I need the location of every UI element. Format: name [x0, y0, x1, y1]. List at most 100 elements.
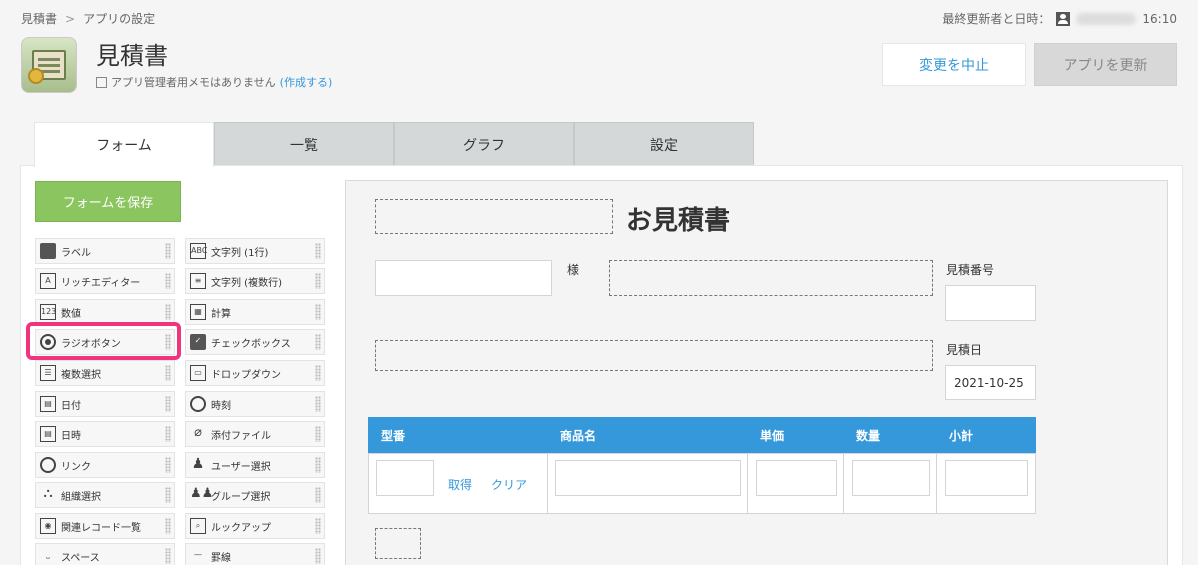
model-number-input[interactable] — [376, 460, 434, 496]
app-icon — [21, 37, 77, 93]
related-records-icon: ◉ — [40, 518, 56, 534]
palette-item-calc[interactable]: ▦ 計算 — [185, 299, 325, 325]
palette-item-dropdown[interactable]: ▭ ドロップダウン — [185, 360, 325, 386]
estimate-number-field[interactable] — [945, 285, 1036, 321]
breadcrumb-root[interactable]: 見積書 — [21, 12, 57, 26]
palette-item-date[interactable]: ▤ 日付 — [35, 391, 175, 417]
rich-editor-icon: A — [40, 273, 56, 289]
col-model-number: 型番 — [381, 428, 406, 443]
palette-item-multi-line-text[interactable]: ≡ 文字列 (複数行) — [185, 268, 325, 294]
palette-item-text: ドロップダウン — [211, 369, 281, 381]
lookup-icon: ⌕ — [190, 518, 206, 534]
update-app-button[interactable]: アプリを更新 — [1034, 43, 1177, 86]
col-unit-price: 単価 — [760, 428, 785, 443]
breadcrumb: 見積書 > アプリの設定 — [21, 10, 155, 27]
tab-list[interactable]: 一覧 — [214, 122, 394, 166]
unit-price-input[interactable] — [756, 460, 837, 496]
org-icon: ⛬ — [43, 486, 53, 501]
abc-icon: ABC — [190, 243, 207, 259]
checkbox-icon: ✓ — [190, 334, 206, 350]
settings-tabs: フォーム 一覧 グラフ 設定 — [34, 122, 754, 167]
palette-item-link[interactable]: リンク — [35, 452, 175, 478]
palette-item-text: 時刻 — [211, 400, 231, 412]
number-icon: 123 — [40, 304, 56, 320]
palette-item-group-select[interactable]: ♟♟ グループ選択 — [185, 482, 325, 508]
palette-item-rich-editor[interactable]: A リッチエディター — [35, 268, 175, 294]
group-icon: ♟♟ — [190, 486, 214, 501]
palette-item-text: 添付ファイル — [211, 430, 271, 442]
tab-graph[interactable]: グラフ — [394, 122, 574, 166]
palette-item-text: ユーザー選択 — [211, 461, 271, 473]
multi-select-icon: ☰ — [40, 365, 56, 381]
col-quantity: 数量 — [856, 428, 881, 443]
palette-item-multi-select[interactable]: ☰ 複数選択 — [35, 360, 175, 386]
palette-item-time[interactable]: 時刻 — [185, 391, 325, 417]
palette-item-text: 文字列 (1行) — [211, 247, 269, 259]
save-form-button[interactable]: フォームを保存 — [35, 181, 181, 222]
datetime-icon: ▤ — [40, 426, 56, 442]
fetch-link[interactable]: 取得 — [448, 476, 472, 493]
palette-item-org-select[interactable]: ⛬ 組織選択 — [35, 482, 175, 508]
col-product-name: 商品名 — [560, 428, 597, 443]
palette-item-text: 関連レコード一覧 — [61, 522, 141, 534]
app-title: 見積書 — [96, 42, 168, 70]
palette-item-text: 組織選択 — [61, 491, 101, 503]
empty-label-placeholder[interactable] — [375, 199, 613, 234]
globe-icon — [40, 457, 56, 473]
quantity-input[interactable] — [852, 460, 930, 496]
last-updated: 最終更新者と日時： 16:10 — [942, 10, 1177, 27]
create-memo-link[interactable]: (作成する) — [280, 74, 333, 90]
palette-item-related-records[interactable]: ◉ 関連レコード一覧 — [35, 513, 175, 539]
col-subtotal: 小計 — [949, 428, 974, 443]
tab-form[interactable]: フォーム — [34, 122, 214, 167]
palette-item-lookup[interactable]: ⌕ ルックアップ — [185, 513, 325, 539]
multiline-text-icon: ≡ — [190, 273, 206, 289]
palette-item-user-select[interactable]: ♟ ユーザー選択 — [185, 452, 325, 478]
blank-field-placeholder-2[interactable] — [375, 340, 933, 371]
estimate-date-label: 見積日 — [946, 343, 983, 357]
palette-item-checkbox[interactable]: ✓ チェックボックス — [185, 329, 325, 355]
palette-item-text: ルックアップ — [211, 522, 271, 534]
palette-item-text: 計算 — [211, 308, 231, 320]
updater-name-blurred — [1076, 12, 1137, 25]
honorific-label: 様 — [567, 263, 580, 277]
palette-item-text: リンク — [61, 461, 91, 473]
app-memo: アプリ管理者用メモはありません (作成する) — [96, 74, 332, 90]
product-name-input[interactable] — [555, 460, 741, 496]
palette-item-text: 数値 — [61, 308, 81, 320]
palette-item-label[interactable]: ラベル — [35, 238, 175, 264]
estimate-date-field[interactable]: 2021-10-25 — [945, 365, 1036, 400]
breadcrumb-separator: > — [65, 12, 76, 26]
document-title: お見積書 — [626, 206, 731, 236]
space-icon: ⎵ — [46, 550, 50, 559]
memo-text: アプリ管理者用メモはありません — [111, 76, 276, 89]
dropdown-icon: ▭ — [190, 365, 206, 381]
palette-item-text: チェックボックス — [211, 338, 291, 350]
pencil-icon — [96, 76, 107, 88]
palette-item-text: 日時 — [61, 430, 81, 442]
palette-item-text: グループ選択 — [211, 491, 271, 503]
calendar-icon: ▤ — [40, 396, 56, 412]
estimate-number-label: 見積番号 — [946, 263, 995, 277]
palette-item-single-line-text[interactable]: ABC 文字列 (1行) — [185, 238, 325, 264]
blank-field-placeholder[interactable] — [609, 260, 933, 296]
palette-item-border-line[interactable]: — 罫線 — [185, 543, 325, 565]
blank-field-placeholder-3[interactable] — [375, 528, 421, 559]
palette-item-text: 文字列 (複数行) — [211, 277, 282, 289]
palette-item-text: リッチエディター — [61, 277, 141, 289]
customer-name-field[interactable] — [375, 260, 552, 296]
user-icon — [1056, 11, 1071, 26]
cancel-changes-button[interactable]: 変更を中止 — [882, 43, 1026, 86]
clear-link[interactable]: クリア — [491, 476, 527, 493]
tag-icon — [40, 243, 56, 259]
palette-item-text: 罫線 — [211, 552, 231, 564]
tab-settings[interactable]: 設定 — [574, 122, 754, 166]
table-header: 型番 商品名 単価 数量 小計 — [368, 417, 1036, 453]
palette-item-attachment[interactable]: ⌀ 添付ファイル — [185, 421, 325, 447]
palette-item-space[interactable]: ⎵ スペース — [35, 543, 175, 565]
last-updated-label: 最終更新者と日時： — [942, 12, 1051, 26]
palette-item-datetime[interactable]: ▤ 日時 — [35, 421, 175, 447]
subtotal-input[interactable] — [945, 460, 1028, 496]
breadcrumb-current: アプリの設定 — [83, 12, 156, 26]
user-icon: ♟ — [191, 456, 205, 472]
